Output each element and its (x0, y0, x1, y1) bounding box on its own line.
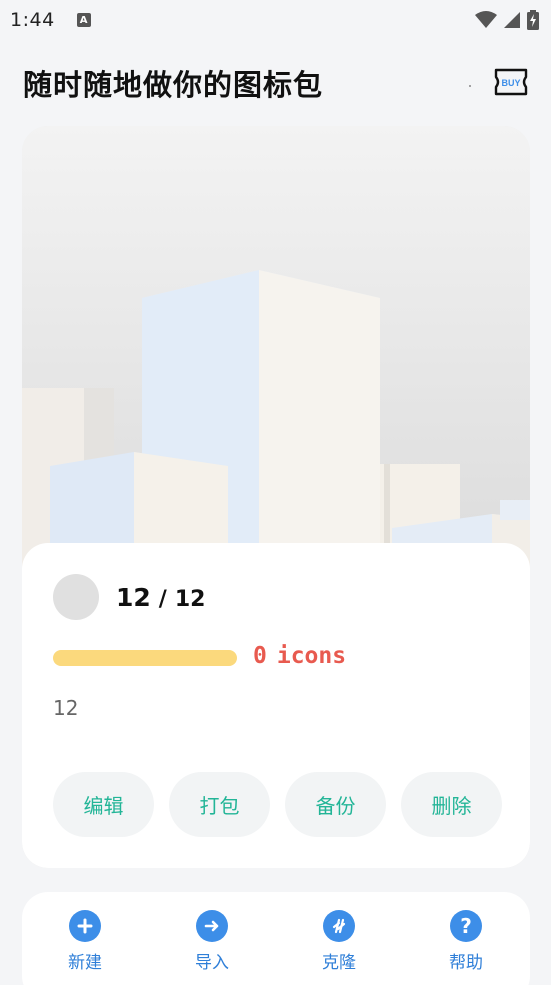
icons-count: 0 icons (253, 643, 346, 669)
pack-count-value: 12 (116, 583, 151, 612)
dot-mark (469, 85, 471, 87)
edit-button[interactable]: 编辑 (53, 772, 154, 837)
buy-label: BUY (501, 78, 520, 88)
clone-icon (323, 910, 355, 942)
pack-avatar (53, 574, 99, 620)
arrow-right-icon (196, 910, 228, 942)
wifi-icon (475, 11, 497, 28)
nav-item-import[interactable]: 导入 (172, 910, 252, 973)
nav-item-label: 克隆 (322, 953, 356, 973)
pack-name: 12 (53, 696, 79, 720)
backup-button[interactable]: 备份 (285, 772, 386, 837)
status-time: 1:44 (10, 9, 55, 31)
plus-icon (69, 910, 101, 942)
bottom-nav: 新建 导入 克隆 ? 帮助 (22, 892, 530, 985)
pack-progress-bar (53, 650, 237, 666)
a-icon: A (76, 13, 91, 27)
icon-pack-card[interactable]: 12 / 12 0 icons 12 编辑 打包 备份 删除 (22, 126, 530, 868)
pack-build-button[interactable]: 打包 (169, 772, 270, 837)
nav-item-label: 帮助 (449, 953, 483, 973)
help-icon: ? (450, 910, 482, 942)
signal-icon (504, 12, 520, 28)
status-icons (475, 10, 539, 30)
hero-illustration (22, 126, 530, 566)
nav-item-label: 导入 (195, 953, 229, 973)
page-title: 随时随地做你的图标包 (23, 68, 324, 102)
nav-item-new[interactable]: 新建 (45, 910, 125, 973)
pack-progress-fill (53, 650, 237, 666)
status-bar: 1:44 A (0, 0, 551, 40)
nav-item-help[interactable]: ? 帮助 (426, 910, 506, 973)
nav-item-clone[interactable]: 克隆 (299, 910, 379, 973)
pack-count: 12 / 12 (116, 583, 205, 612)
ticket-buy-icon: BUY (494, 68, 528, 96)
pack-count-total: 12 (174, 587, 206, 612)
buy-button[interactable]: BUY (493, 67, 529, 97)
battery-charging-icon (527, 10, 539, 30)
pack-actions: 编辑 打包 备份 删除 (53, 772, 502, 837)
delete-button[interactable]: 删除 (401, 772, 502, 837)
icons-count-value: 0 (253, 643, 267, 669)
nav-item-label: 新建 (68, 953, 102, 973)
pack-count-separator: / (158, 587, 167, 612)
icons-count-label: icons (276, 643, 347, 669)
pack-info-panel: 12 / 12 0 icons 12 编辑 打包 备份 删除 (22, 543, 530, 868)
